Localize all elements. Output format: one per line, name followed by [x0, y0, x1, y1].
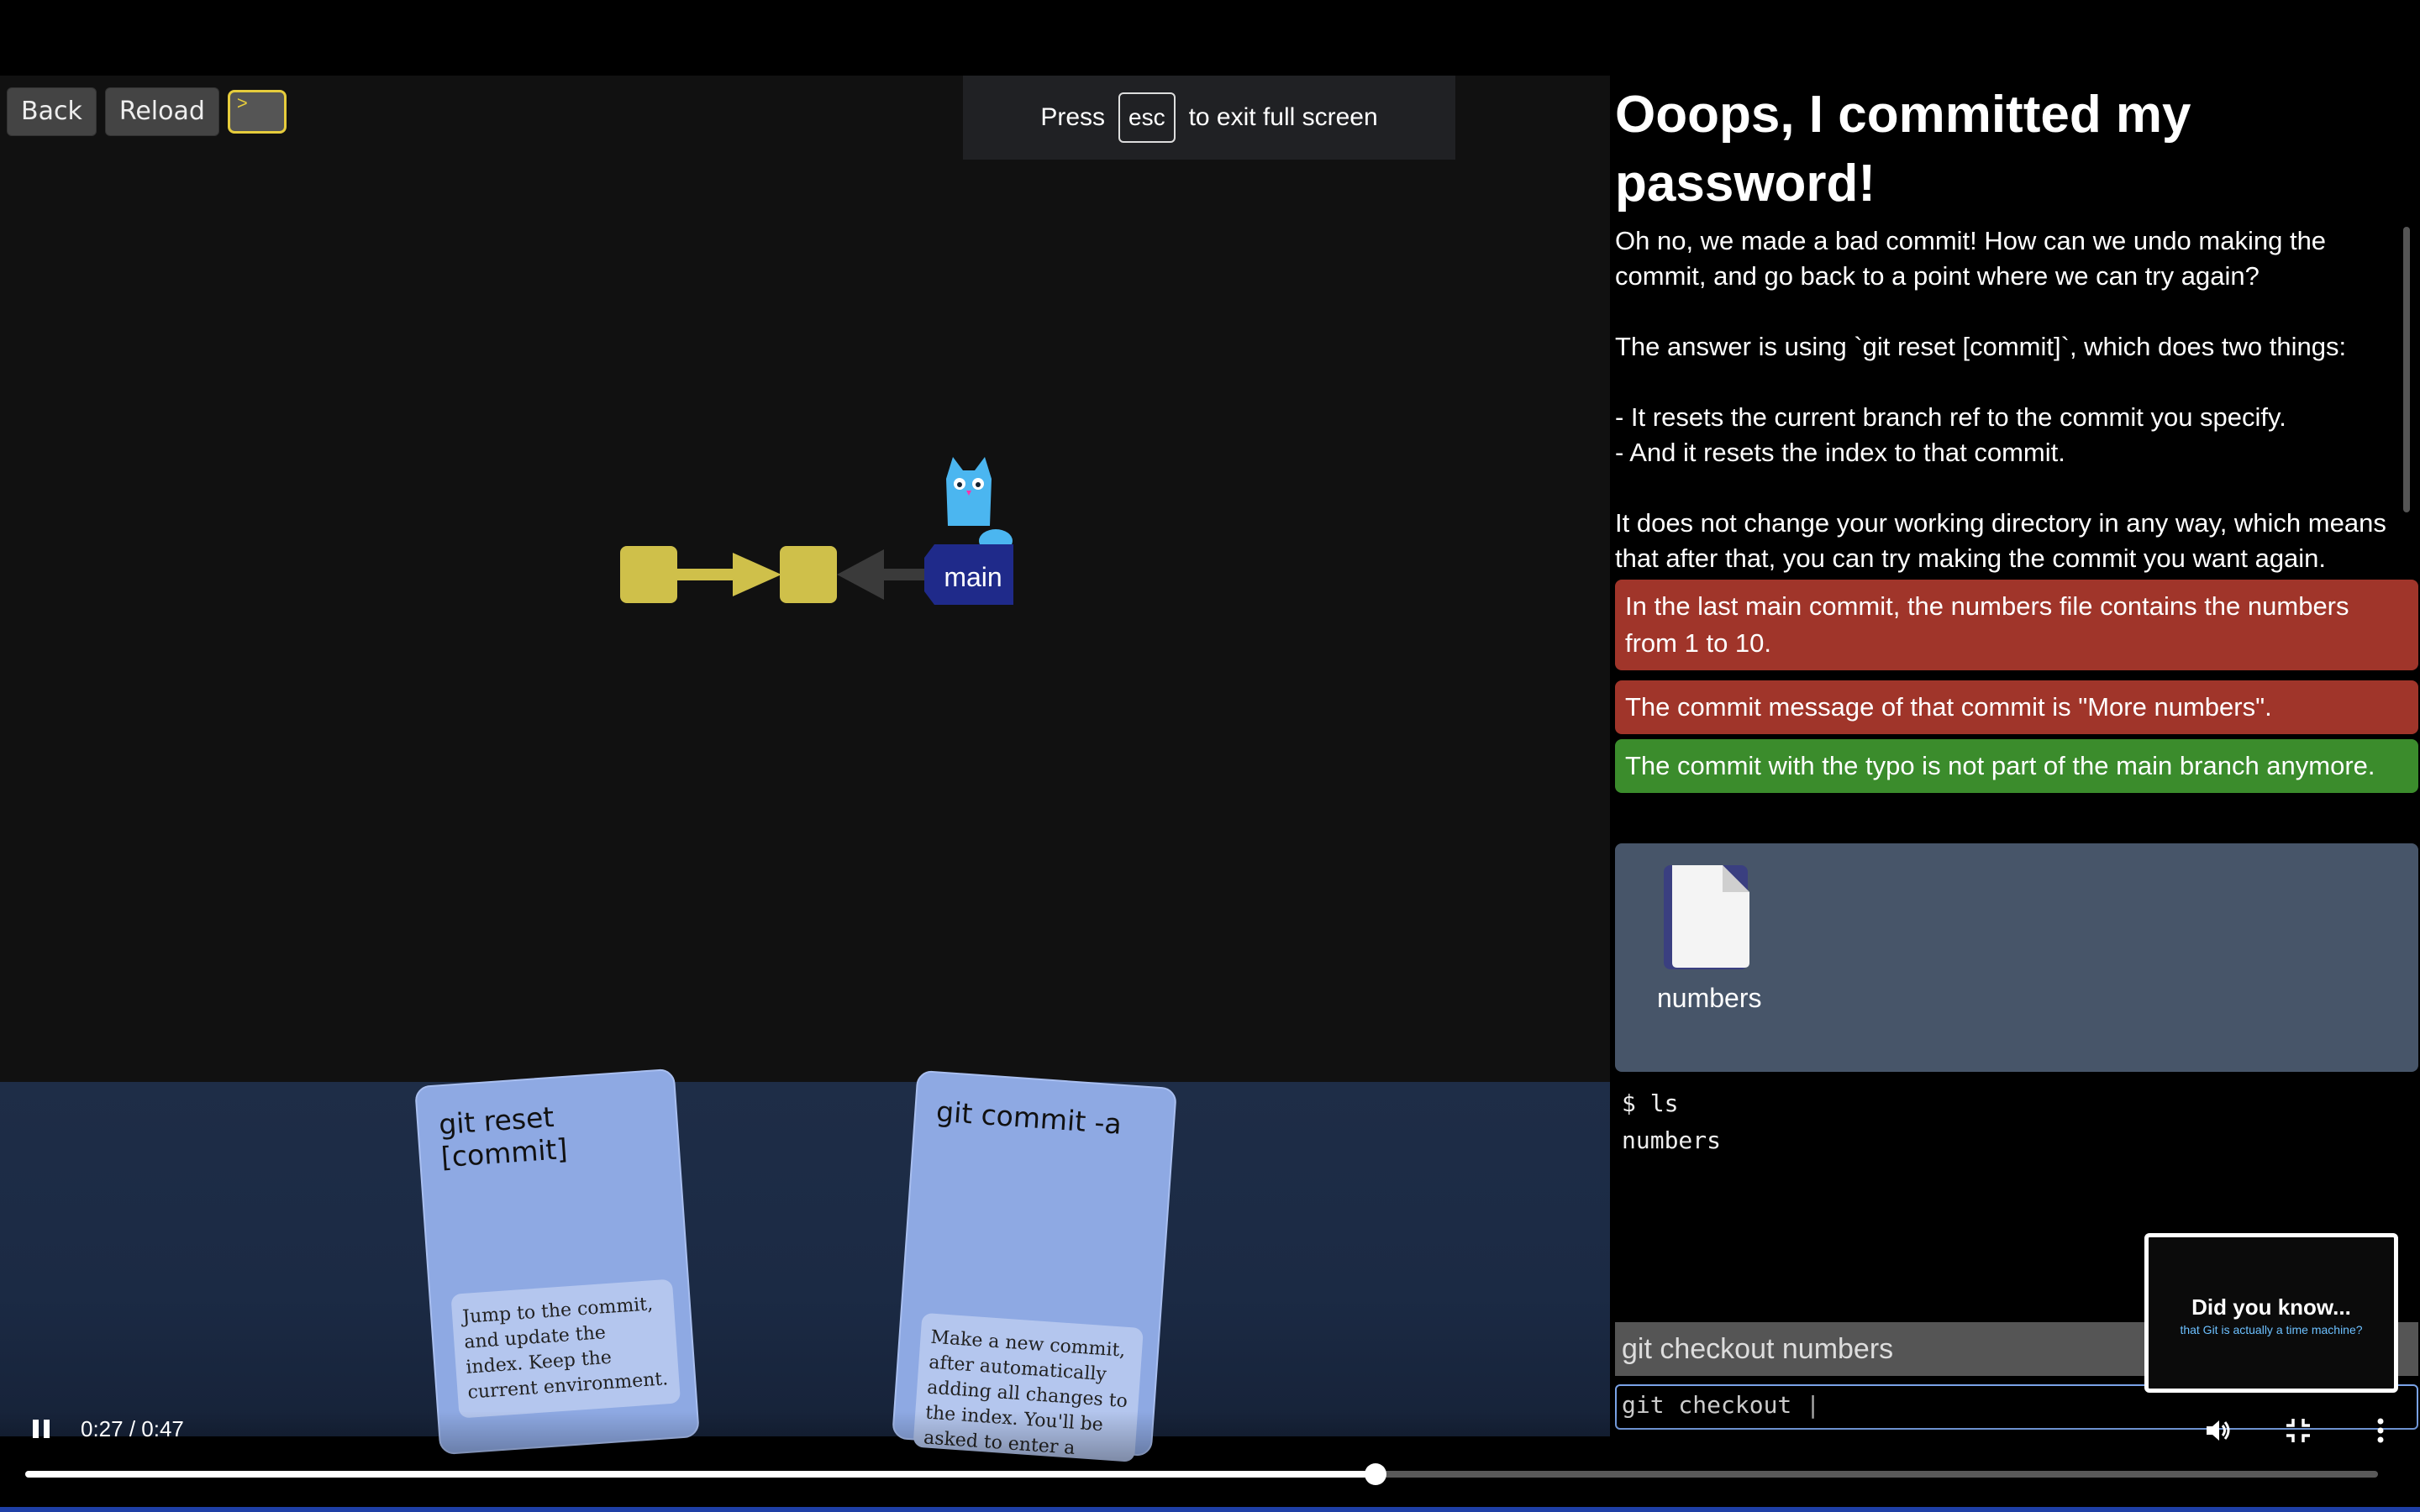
exit-fullscreen-icon[interactable] [2284, 1416, 2312, 1445]
terminal-icon: > [236, 92, 248, 113]
branch-label: main [944, 562, 1002, 592]
volume-icon[interactable] [2203, 1416, 2232, 1445]
file-browser: numbers [1615, 843, 2418, 1072]
video-progress-bar[interactable] [25, 1463, 2378, 1485]
level-description: Oh no, we made a bad commit! How can we … [1615, 226, 2386, 573]
pause-icon[interactable] [30, 1418, 52, 1440]
reload-button[interactable]: Reload [104, 87, 219, 136]
commit-node[interactable] [620, 546, 677, 603]
terminal-line: numbers [1622, 1126, 1722, 1154]
card-title: git commit -a [934, 1095, 1123, 1141]
more-options-icon[interactable] [2366, 1416, 2395, 1445]
goal-item: The commit with the typo is not part of … [1615, 739, 2418, 793]
video-controls [0, 1411, 2420, 1512]
terminal-button[interactable]: > [227, 90, 287, 134]
pip-subtitle: that Git is actually a time machine? [2180, 1323, 2363, 1336]
top-bar [0, 0, 2420, 76]
goal-item: The commit message of that commit is "Mo… [1615, 680, 2418, 734]
video-time: 0:27 / 0:47 [81, 1416, 184, 1441]
esc-key: esc [1118, 92, 1176, 143]
branch-edge-arrow [837, 549, 884, 600]
card-description: Jump to the commit, and update the index… [450, 1278, 681, 1419]
description-scrollbar[interactable] [2403, 227, 2410, 512]
mascot-icon [946, 457, 1013, 553]
commit-graph: main [620, 457, 1013, 605]
fullscreen-notice: Press esc to exit full screen [963, 76, 1455, 160]
commit-node[interactable] [780, 546, 837, 603]
card-git-commit-a[interactable]: git commit -a Make a new commit, after a… [892, 1069, 1177, 1462]
level-title: Ooops, I committed my password! [1615, 86, 2191, 213]
fullscreen-notice-suffix: to exit full screen [1188, 103, 1378, 131]
file-name: numbers [1657, 983, 1762, 1013]
card-title: git reset [commit] [437, 1100, 569, 1174]
bottom-accent [0, 1507, 2420, 1512]
toolbar: Back Reload > [7, 87, 287, 136]
fullscreen-notice-prefix: Press [1040, 103, 1105, 131]
commit-edge-arrow [733, 553, 781, 596]
video-progress-knob[interactable] [1365, 1463, 1387, 1485]
goal-item: In the last main commit, the numbers fil… [1615, 580, 2418, 670]
pip-title: Did you know... [2191, 1294, 2351, 1320]
card-hand: git reset [commit] Jump to the commit, a… [0, 1068, 1610, 1462]
video-progress-fill [25, 1471, 1376, 1478]
file-icon[interactable] [1662, 862, 1753, 971]
card-git-reset[interactable]: git reset [commit] Jump to the commit, a… [414, 1068, 700, 1456]
terminal-line: $ ls [1622, 1089, 1679, 1117]
back-button[interactable]: Back [7, 87, 97, 136]
picture-in-picture-preview[interactable]: Did you know... that Git is actually a t… [2144, 1233, 2398, 1393]
